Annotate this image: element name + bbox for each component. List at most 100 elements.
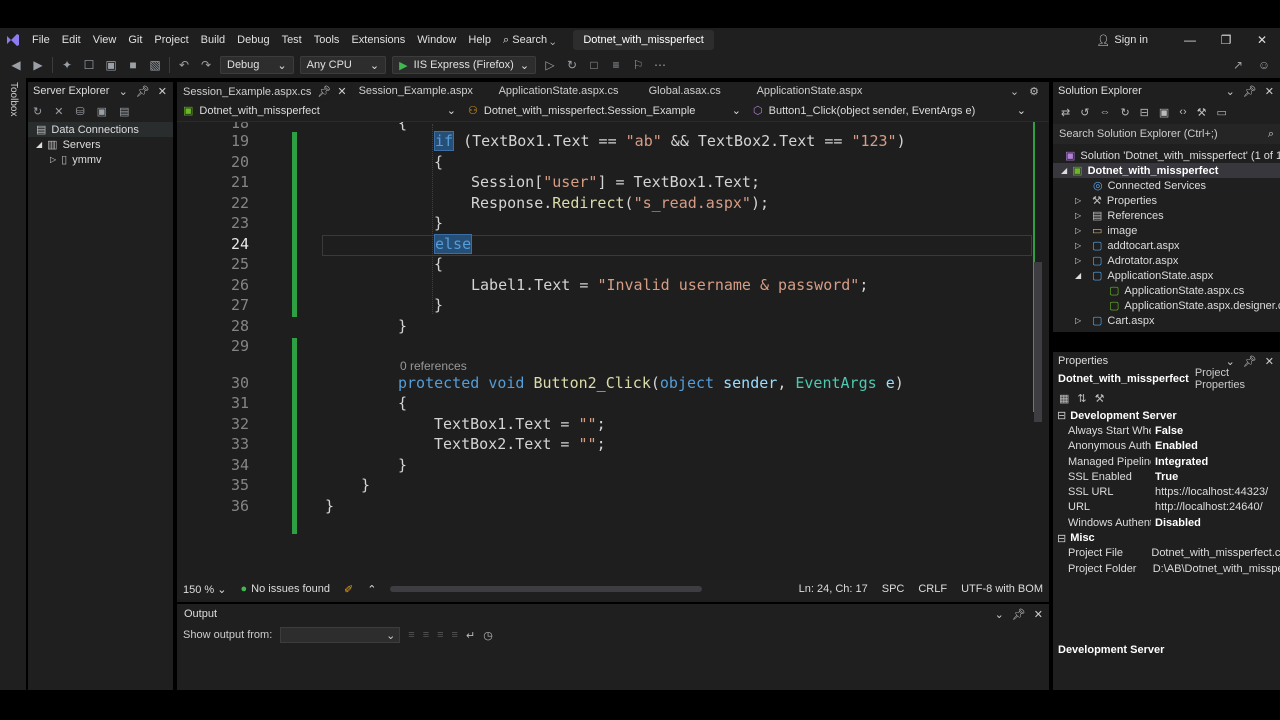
property-row[interactable]: Always Start When Del False bbox=[1053, 423, 1280, 438]
run-button[interactable]: ▶ IIS Express (Firefox) ⌄ bbox=[392, 56, 537, 74]
connect-server-icon[interactable]: ▣ bbox=[97, 105, 107, 118]
vertical-scrollbar[interactable] bbox=[1033, 122, 1043, 422]
codelens-references[interactable]: 0 references bbox=[400, 359, 467, 373]
property-row[interactable]: Windows Authenticati Disabled bbox=[1053, 515, 1280, 530]
chevron-down-icon[interactable]: ⌄ bbox=[995, 608, 1004, 621]
menu-git[interactable]: Git bbox=[122, 28, 148, 52]
minimize-icon[interactable]: — bbox=[1172, 33, 1208, 47]
close-icon[interactable]: ✕ bbox=[158, 85, 167, 98]
live-share-icon[interactable]: ↗ bbox=[1230, 57, 1246, 73]
menu-edit[interactable]: Edit bbox=[56, 28, 87, 52]
zoom-dropdown[interactable]: 150 % ⌄ bbox=[183, 583, 226, 596]
brush-icon[interactable]: ✐ bbox=[344, 583, 353, 596]
toolbox-label[interactable]: Toolbox bbox=[8, 82, 19, 116]
refresh-icon[interactable]: ↻ bbox=[564, 57, 580, 73]
previous-message-icon[interactable]: ≡ bbox=[423, 629, 429, 641]
menu-build[interactable]: Build bbox=[195, 28, 231, 52]
switch-views-icon[interactable]: ⇔ bbox=[1099, 106, 1110, 118]
refresh-icon[interactable]: ↻ bbox=[1120, 106, 1129, 119]
new-project-icon[interactable]: ✦ bbox=[59, 57, 75, 73]
save-icon[interactable]: ■ bbox=[125, 57, 141, 73]
cursor-position[interactable]: Ln: 24, Ch: 17 bbox=[799, 583, 868, 595]
chevron-down-icon[interactable]: ⌄ bbox=[119, 85, 128, 98]
sign-in-button[interactable]: 👤︎ Sign in bbox=[1096, 34, 1148, 47]
tree-item-solution[interactable]: ▣ Solution 'Dotnet_with_missperfect' (1 … bbox=[1053, 148, 1280, 163]
tab-list-dropdown-icon[interactable]: ⌄ bbox=[1010, 85, 1029, 98]
timestamp-icon[interactable]: ◷ bbox=[483, 629, 493, 642]
restore-icon[interactable]: ❐ bbox=[1208, 33, 1244, 47]
property-row[interactable]: Managed Pipeline Mo Integrated bbox=[1053, 454, 1280, 469]
pin-icon[interactable]: 📌︎ bbox=[136, 85, 150, 98]
properties-icon[interactable]: ⚒ bbox=[1197, 106, 1207, 119]
menu-file[interactable]: File bbox=[26, 28, 56, 52]
chevron-down-icon[interactable]: ⌄ bbox=[1226, 355, 1235, 368]
chevron-down-icon[interactable]: ⌄ bbox=[1226, 85, 1235, 98]
pin-icon[interactable]: 📌︎ bbox=[1243, 85, 1257, 98]
menu-search[interactable]: ⌕ Search ⌄ bbox=[497, 28, 561, 52]
category-development-server[interactable]: ⊟ Development Server bbox=[1053, 408, 1280, 423]
file-encoding[interactable]: UTF-8 with BOM bbox=[961, 583, 1049, 595]
find-message-icon[interactable]: ≡ bbox=[408, 629, 414, 641]
settings-icon[interactable]: ⚙ bbox=[1029, 85, 1049, 98]
more-icon[interactable]: ⋯ bbox=[652, 57, 668, 73]
categorized-icon[interactable]: ▦ bbox=[1059, 392, 1069, 405]
close-window-icon[interactable]: ✕ bbox=[1244, 33, 1280, 47]
close-icon[interactable]: ✕ bbox=[1034, 608, 1043, 621]
tree-item-references[interactable]: ▷ ▤ References bbox=[1053, 208, 1280, 223]
toolbox-strip[interactable]: Toolbox bbox=[0, 78, 26, 690]
preview-icon[interactable]: ▭ bbox=[1216, 106, 1226, 119]
configuration-dropdown[interactable]: Debug ⌄ bbox=[220, 56, 294, 74]
property-row[interactable]: Anonymous Authentic Enabled bbox=[1053, 439, 1280, 454]
tab-global-asax-cs[interactable]: Global.asax.cs bbox=[643, 82, 751, 100]
menu-extensions[interactable]: Extensions bbox=[345, 28, 411, 52]
undo-icon[interactable]: ↶ bbox=[176, 57, 192, 73]
menu-debug[interactable]: Debug bbox=[231, 28, 275, 52]
tree-item-data-connections[interactable]: ▤ Data Connections bbox=[28, 122, 173, 137]
tree-item-connected-services[interactable]: ◎ Connected Services bbox=[1053, 178, 1280, 193]
tree-item-project[interactable]: ◢ ▣ Dotnet_with_missperfect bbox=[1053, 163, 1280, 178]
properties-object-selector[interactable]: Dotnet_with_missperfect Project Properti… bbox=[1053, 367, 1280, 391]
property-pages-icon[interactable]: ⚒ bbox=[1095, 392, 1105, 405]
scrollbar-thumb[interactable] bbox=[1034, 262, 1042, 422]
visual-studio-logo-icon[interactable] bbox=[0, 28, 26, 52]
menu-view[interactable]: View bbox=[87, 28, 123, 52]
class-dropdown[interactable]: ⚇ Dotnet_with_missperfect.Session_Exampl… bbox=[462, 104, 747, 118]
chevron-up-icon[interactable]: ⌃ bbox=[367, 583, 376, 596]
tree-item-adrotator[interactable]: ▷ ▢ Adrotator.aspx bbox=[1053, 253, 1280, 268]
indent-mode[interactable]: SPC bbox=[882, 583, 905, 595]
feedback-icon[interactable]: ☺ bbox=[1256, 57, 1272, 73]
project-dropdown[interactable]: ▣ Dotnet_with_missperfect ⌄ bbox=[177, 104, 462, 118]
tree-item-image[interactable]: ▷ ▭ image bbox=[1053, 223, 1280, 238]
property-row[interactable]: SSL URL https://localhost:44323/ bbox=[1053, 484, 1280, 499]
word-wrap-icon[interactable]: ↵ bbox=[466, 629, 475, 642]
platform-dropdown[interactable]: Any CPU ⌄ bbox=[299, 56, 387, 74]
tab-applicationstate-aspx-cs[interactable]: ApplicationState.aspx.cs bbox=[493, 82, 643, 100]
save-all-icon[interactable]: ▧ bbox=[147, 57, 163, 73]
menu-window[interactable]: Window bbox=[411, 28, 462, 52]
close-icon[interactable]: ✕ bbox=[337, 83, 346, 101]
member-dropdown[interactable]: ⬡ Button1_Click(object sender, EventArgs… bbox=[747, 104, 1032, 118]
close-icon[interactable]: ✕ bbox=[1265, 355, 1274, 368]
issues-indicator[interactable]: ● No issues found bbox=[240, 583, 330, 595]
menu-help[interactable]: Help bbox=[462, 28, 497, 52]
connect-database-icon[interactable]: ⛁ bbox=[75, 105, 84, 118]
category-misc[interactable]: ⊟ Misc bbox=[1053, 530, 1280, 545]
property-row[interactable]: SSL Enabled True bbox=[1053, 469, 1280, 484]
menu-project[interactable]: Project bbox=[148, 28, 194, 52]
refresh-icon[interactable]: ↻ bbox=[33, 105, 42, 118]
code-view-icon[interactable]: ‹› bbox=[1179, 106, 1186, 118]
collapse-all-icon[interactable]: ⊟ bbox=[1140, 106, 1149, 119]
connect-azure-icon[interactable]: ▤ bbox=[119, 105, 129, 118]
tree-item-properties[interactable]: ▷ ⚒ Properties bbox=[1053, 193, 1280, 208]
stop-icon[interactable]: ✕ bbox=[54, 105, 63, 118]
close-icon[interactable]: ✕ bbox=[1265, 85, 1274, 98]
solution-search-box[interactable]: Search Solution Explorer (Ctrl+;) ⌕ bbox=[1053, 124, 1280, 144]
horizontal-scrollbar[interactable] bbox=[390, 586, 703, 592]
property-row[interactable]: Project File Dotnet_with_missperfect.cs bbox=[1053, 546, 1280, 561]
tab-applicationstate-aspx[interactable]: ApplicationState.aspx bbox=[751, 82, 869, 100]
comment-icon[interactable]: ≡ bbox=[608, 57, 624, 73]
pin-icon[interactable]: 📌︎ bbox=[317, 83, 331, 101]
tree-item-cart[interactable]: ▷ ▢ Cart.aspx bbox=[1053, 313, 1280, 328]
bookmark-icon[interactable]: ⚐ bbox=[630, 57, 646, 73]
tree-item-applicationstate-aspx-cs[interactable]: ▢ ApplicationState.aspx.cs bbox=[1053, 283, 1280, 298]
